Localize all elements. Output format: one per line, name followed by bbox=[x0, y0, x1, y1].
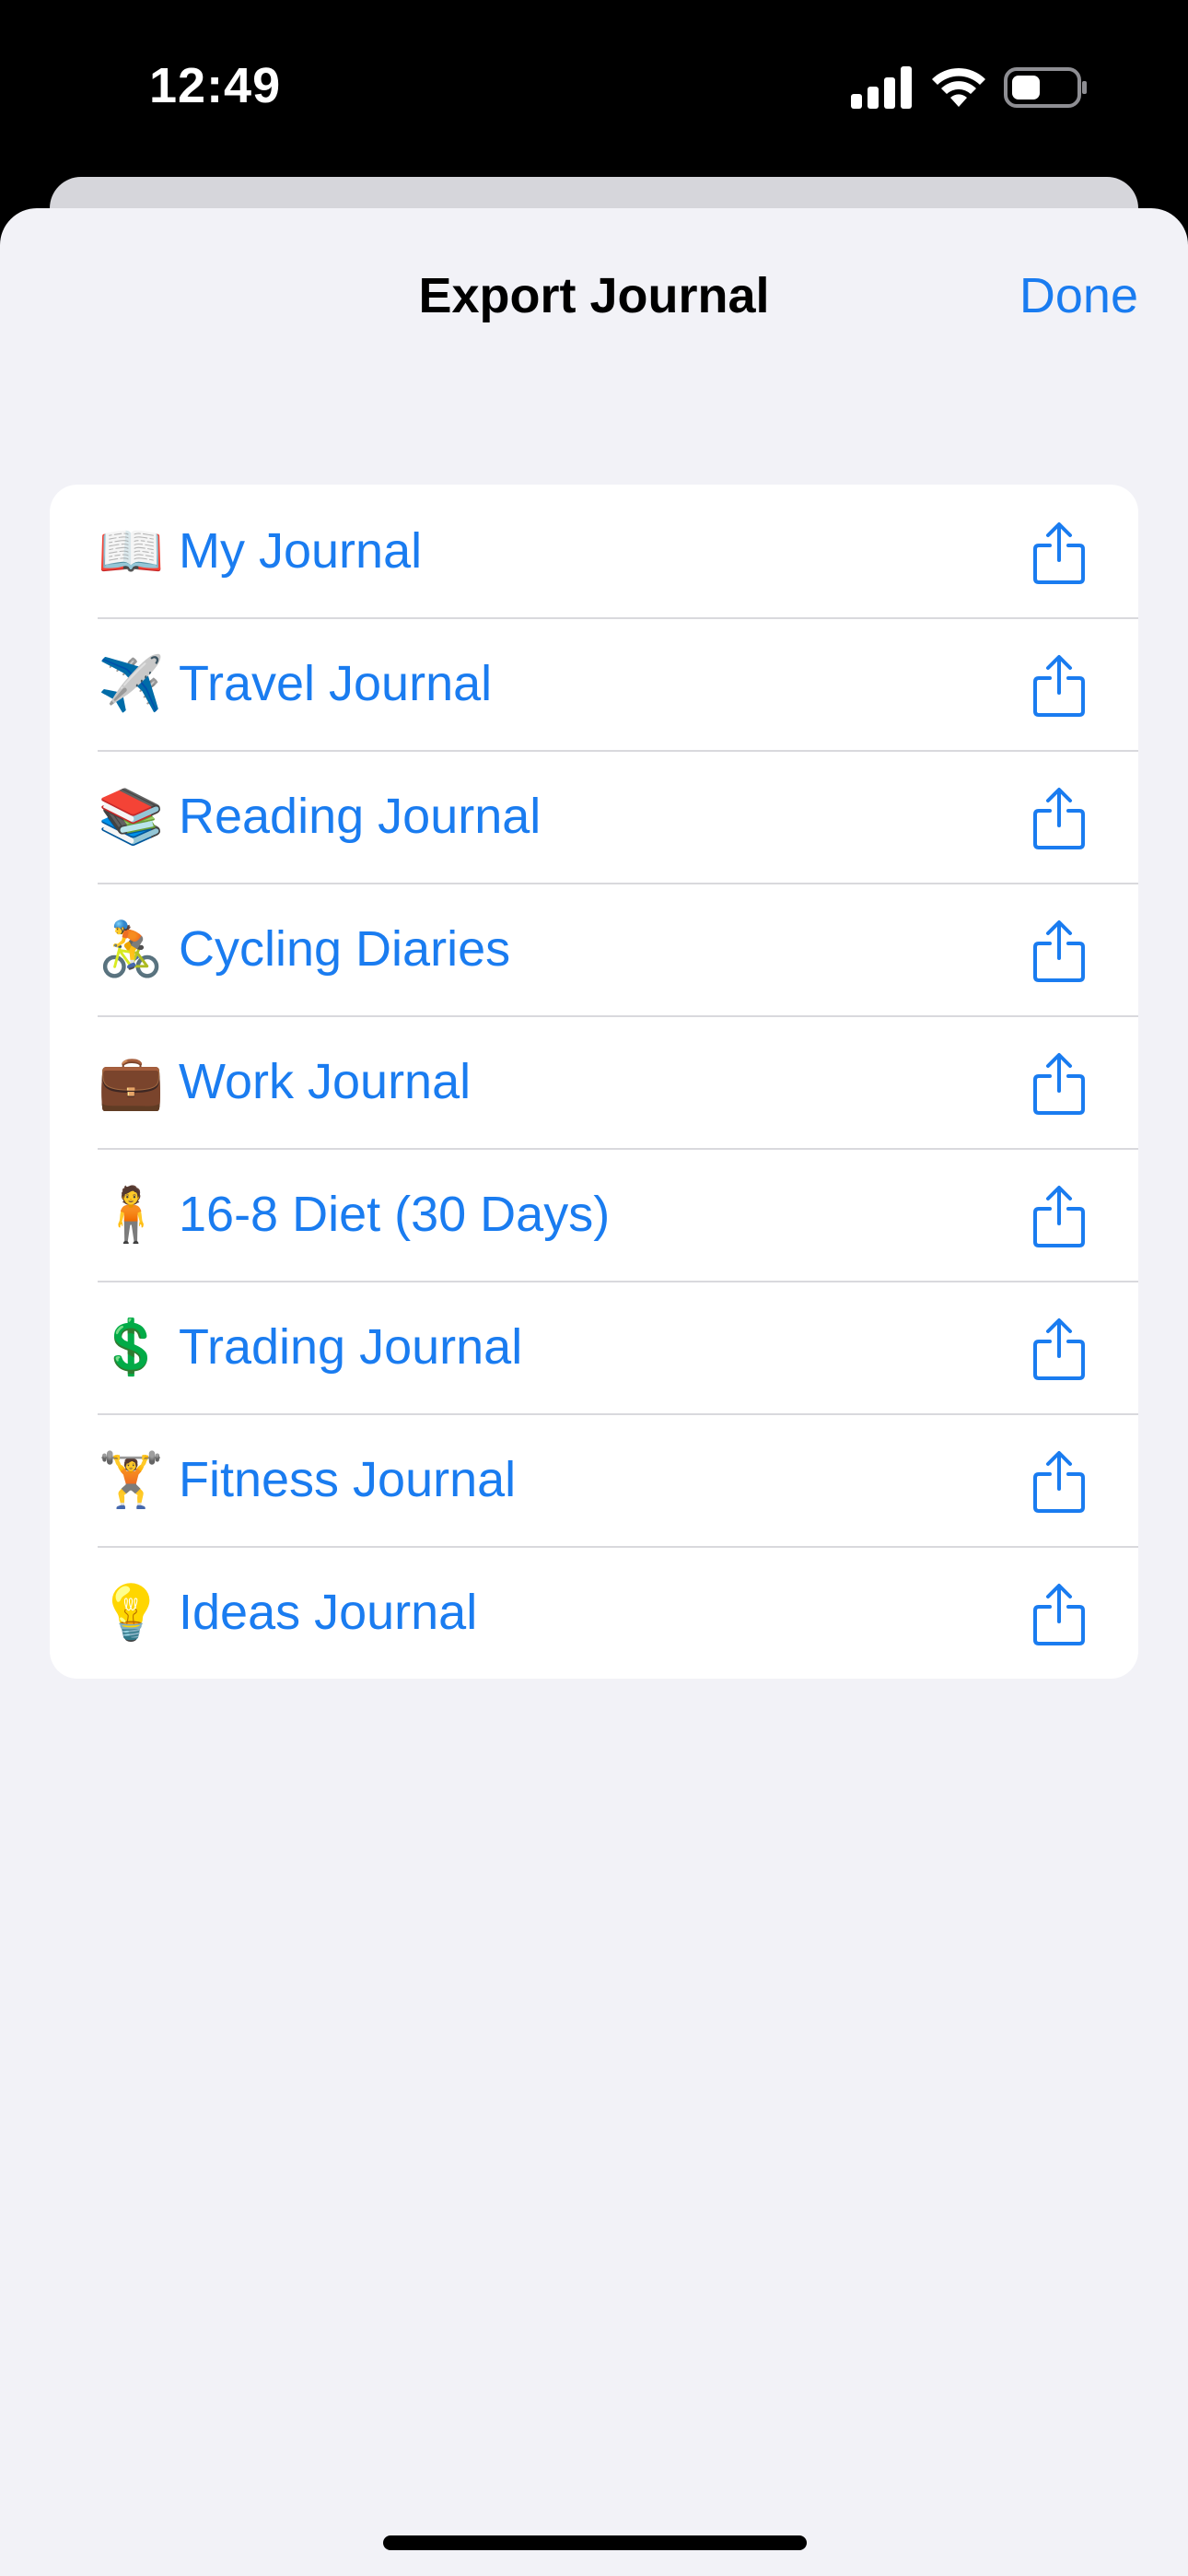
status-time: 12:49 bbox=[149, 58, 282, 113]
done-button[interactable]: Done bbox=[1019, 267, 1138, 324]
export-journal-sheet: Export Journal Done 📖 My Journal ✈️ Trav… bbox=[0, 208, 1188, 2576]
journal-label: Trading Journal bbox=[179, 1319, 523, 1375]
journal-label: Work Journal bbox=[179, 1054, 472, 1109]
journal-emoji-icon: 📖 bbox=[98, 520, 165, 582]
journal-row[interactable]: 📚 Reading Journal bbox=[50, 750, 1138, 883]
journal-row[interactable]: 📖 My Journal bbox=[50, 485, 1138, 617]
share-icon[interactable] bbox=[1031, 787, 1087, 849]
journal-row[interactable]: 💡 Ideas Journal bbox=[50, 1546, 1138, 1679]
journal-label: Reading Journal bbox=[179, 789, 542, 844]
share-icon[interactable] bbox=[1031, 919, 1087, 982]
journal-emoji-icon: 💡 bbox=[98, 1581, 165, 1644]
journal-row[interactable]: ✈️ Travel Journal bbox=[50, 617, 1138, 750]
status-bar: 12:49 bbox=[0, 0, 1188, 175]
share-icon[interactable] bbox=[1031, 1450, 1087, 1513]
journal-emoji-icon: 🚴 bbox=[98, 918, 165, 980]
journal-label: Cycling Diaries bbox=[179, 921, 511, 977]
screen: 12:49 Export Journal Done 📖 My Journal ✈… bbox=[0, 0, 1188, 2576]
share-icon[interactable] bbox=[1031, 1052, 1087, 1115]
journal-label: Ideas Journal bbox=[179, 1585, 478, 1640]
home-indicator[interactable] bbox=[383, 2535, 807, 2550]
journal-label: 16-8 Diet (30 Days) bbox=[179, 1187, 611, 1242]
share-icon[interactable] bbox=[1031, 1185, 1087, 1247]
share-icon[interactable] bbox=[1031, 654, 1087, 717]
journal-emoji-icon: 🧍 bbox=[98, 1183, 165, 1246]
journal-row[interactable]: 💲 Trading Journal bbox=[50, 1281, 1138, 1413]
wifi-icon bbox=[932, 67, 985, 107]
battery-icon bbox=[1004, 67, 1087, 108]
journal-emoji-icon: 💲 bbox=[98, 1316, 165, 1378]
share-icon[interactable] bbox=[1031, 1317, 1087, 1380]
share-icon[interactable] bbox=[1031, 521, 1087, 584]
journal-emoji-icon: 📚 bbox=[98, 785, 165, 848]
sheet-title: Export Journal bbox=[418, 268, 770, 323]
journal-list: 📖 My Journal ✈️ Travel Journal 📚 Reading… bbox=[50, 485, 1138, 1679]
signal-icon bbox=[851, 66, 912, 109]
journal-row[interactable]: 💼 Work Journal bbox=[50, 1015, 1138, 1148]
journal-row[interactable]: 🚴 Cycling Diaries bbox=[50, 883, 1138, 1015]
journal-emoji-icon: 🏋️ bbox=[98, 1448, 165, 1511]
journal-emoji-icon: 💼 bbox=[98, 1050, 165, 1113]
journal-label: My Journal bbox=[179, 523, 423, 579]
share-icon[interactable] bbox=[1031, 1583, 1087, 1645]
journal-emoji-icon: ✈️ bbox=[98, 652, 165, 715]
journal-label: Travel Journal bbox=[179, 656, 493, 711]
journal-row[interactable]: 🏋️ Fitness Journal bbox=[50, 1413, 1138, 1546]
journal-label: Fitness Journal bbox=[179, 1452, 517, 1507]
journal-row[interactable]: 🧍 16-8 Diet (30 Days) bbox=[50, 1148, 1138, 1281]
